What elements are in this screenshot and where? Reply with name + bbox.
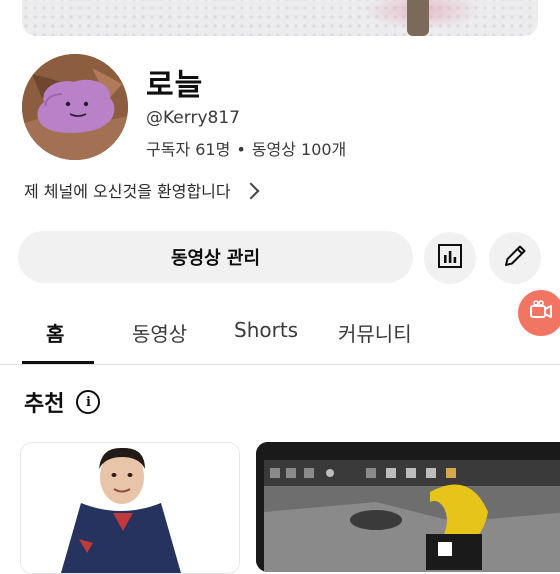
edit-pencil-icon: [501, 242, 529, 274]
edit-channel-button[interactable]: [489, 232, 541, 284]
channel-handle: @Kerry817: [146, 108, 240, 128]
analytics-icon: [436, 242, 464, 274]
description-text: 제 체널에 오신것을 환영합니다: [24, 182, 231, 201]
active-tab-indicator: [22, 361, 94, 364]
video-thumbnail[interactable]: [20, 442, 240, 574]
video-thumbnail[interactable]: [256, 442, 560, 572]
video-count: 동영상 100개: [251, 140, 347, 159]
section-title: 추천: [24, 392, 65, 417]
analytics-button[interactable]: [424, 232, 476, 284]
channel-name: 로늘: [146, 68, 204, 103]
tab-videos[interactable]: 동영상: [132, 318, 187, 347]
tab-shorts[interactable]: Shorts: [234, 318, 298, 342]
tab-community[interactable]: 커뮤니티: [338, 318, 412, 347]
chevron-right-icon: [242, 182, 260, 199]
info-icon[interactable]: i: [76, 390, 101, 414]
tab-home[interactable]: 홈: [46, 318, 64, 347]
channel-description[interactable]: 제 체널에 오신것을 환영합니다: [24, 178, 260, 202]
manage-videos-button[interactable]: 동영상 관리: [18, 231, 413, 283]
avatar[interactable]: [22, 54, 128, 160]
channel-tabs: 홈 동영상 Shorts 커뮤니티: [0, 300, 560, 365]
channel-stats: 구독자 61명 • 동영상 100개: [146, 136, 346, 160]
section-header: 추천 i: [24, 386, 101, 418]
stats-separator: •: [236, 140, 246, 159]
channel-banner: [22, 0, 538, 36]
subscriber-count: 구독자 61명: [146, 140, 231, 159]
